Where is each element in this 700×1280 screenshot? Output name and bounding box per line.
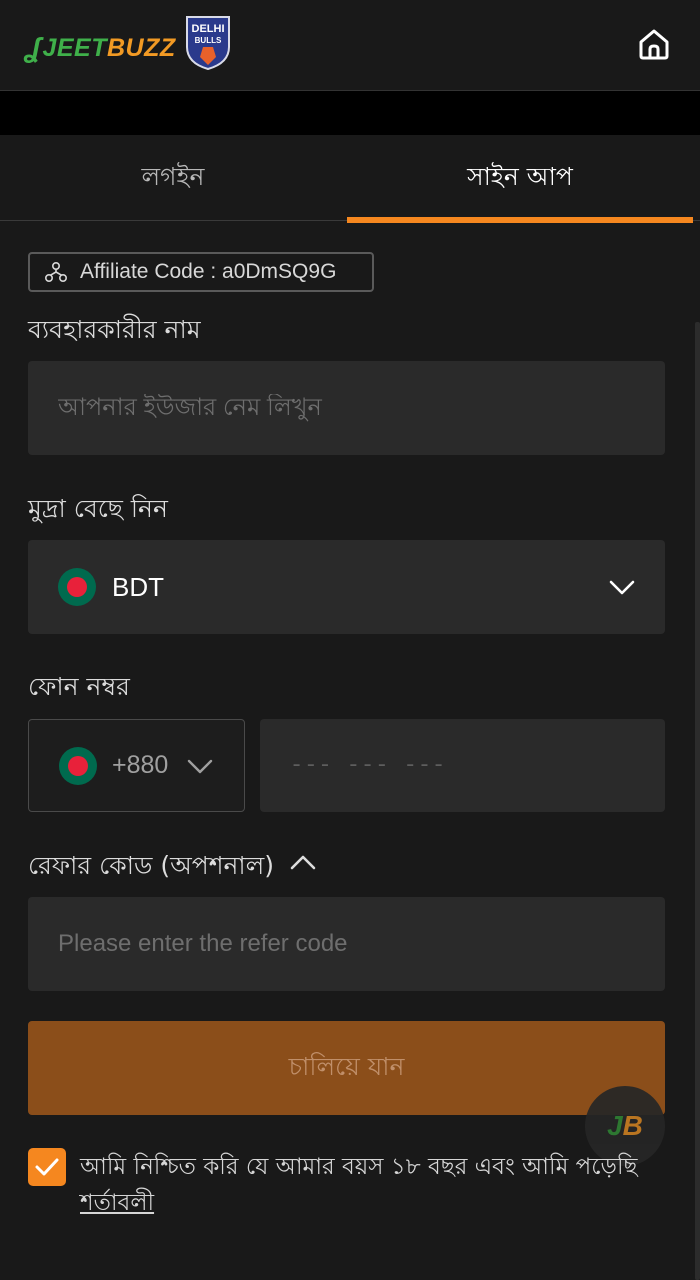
continue-button[interactable]: চালিয়ে যান: [28, 1021, 665, 1115]
scrollbar[interactable]: [695, 322, 700, 1280]
bangladesh-flag-icon: [59, 746, 97, 785]
banner-strip: [0, 91, 700, 135]
logo-text-jeet: JEET: [42, 33, 107, 62]
refer-code-label: রেফার কোড (অপশনাল): [28, 851, 275, 880]
badge-line2: BULLS: [195, 36, 222, 45]
floating-text-b: B: [622, 1110, 643, 1141]
country-code-select[interactable]: +880: [28, 719, 245, 812]
currency-label: মুদ্রা বেছে নিন: [28, 494, 168, 523]
delhi-bulls-badge: DELHI BULLS: [186, 16, 230, 71]
refer-code-input[interactable]: [58, 930, 665, 958]
auth-tabs: লগইন সাইন আপ: [0, 135, 700, 223]
logo-mark-icon: ʆ: [26, 32, 42, 63]
home-button[interactable]: [632, 22, 676, 66]
affiliate-network-icon: [44, 261, 68, 283]
age-terms-checkbox[interactable]: [28, 1148, 66, 1186]
currency-value: BDT: [112, 571, 164, 602]
tab-signup[interactable]: সাইন আপ: [347, 135, 693, 223]
phone-label: ফোন নম্বর: [28, 672, 130, 701]
affiliate-code-text: Affiliate Code : a0DmSQ9G: [80, 260, 337, 283]
username-label: ব্যবহারকারীর নাম: [28, 315, 201, 344]
currency-select[interactable]: BDT: [28, 540, 665, 634]
refer-code-field-box: [28, 897, 665, 991]
age-terms-text: আমি নিশ্চিত করি যে আমার বয়স ১৮ বছর এবং …: [80, 1149, 640, 1221]
phone-field-box: [260, 719, 665, 812]
checkmark-icon: [35, 1158, 59, 1176]
terms-link[interactable]: শর্তাবলী: [80, 1190, 154, 1216]
affiliate-code-badge: Affiliate Code : a0DmSQ9G: [28, 252, 374, 292]
chevron-down-icon: [609, 580, 635, 595]
bangladesh-flag-icon: [58, 568, 96, 606]
phone-input[interactable]: [290, 753, 665, 778]
badge-line1: DELHI: [192, 23, 225, 35]
floating-text-j: J: [607, 1110, 623, 1141]
header: ʆ JEET BUZZ DELHI BULLS: [0, 0, 700, 91]
username-input[interactable]: [58, 394, 665, 422]
home-icon: [639, 29, 669, 60]
chevron-down-icon: [187, 759, 213, 774]
tab-login[interactable]: লগইন: [0, 135, 346, 221]
country-code-value: +880: [112, 751, 169, 779]
username-field-box: [28, 361, 665, 455]
logo-text-buzz: BUZZ: [107, 33, 176, 62]
jeetbuzz-logo[interactable]: ʆ JEET BUZZ: [26, 30, 176, 66]
chevron-up-icon[interactable]: [290, 851, 316, 873]
age-terms-statement: আমি নিশ্চিত করি যে আমার বয়স ১৮ বছর এবং …: [80, 1154, 638, 1180]
